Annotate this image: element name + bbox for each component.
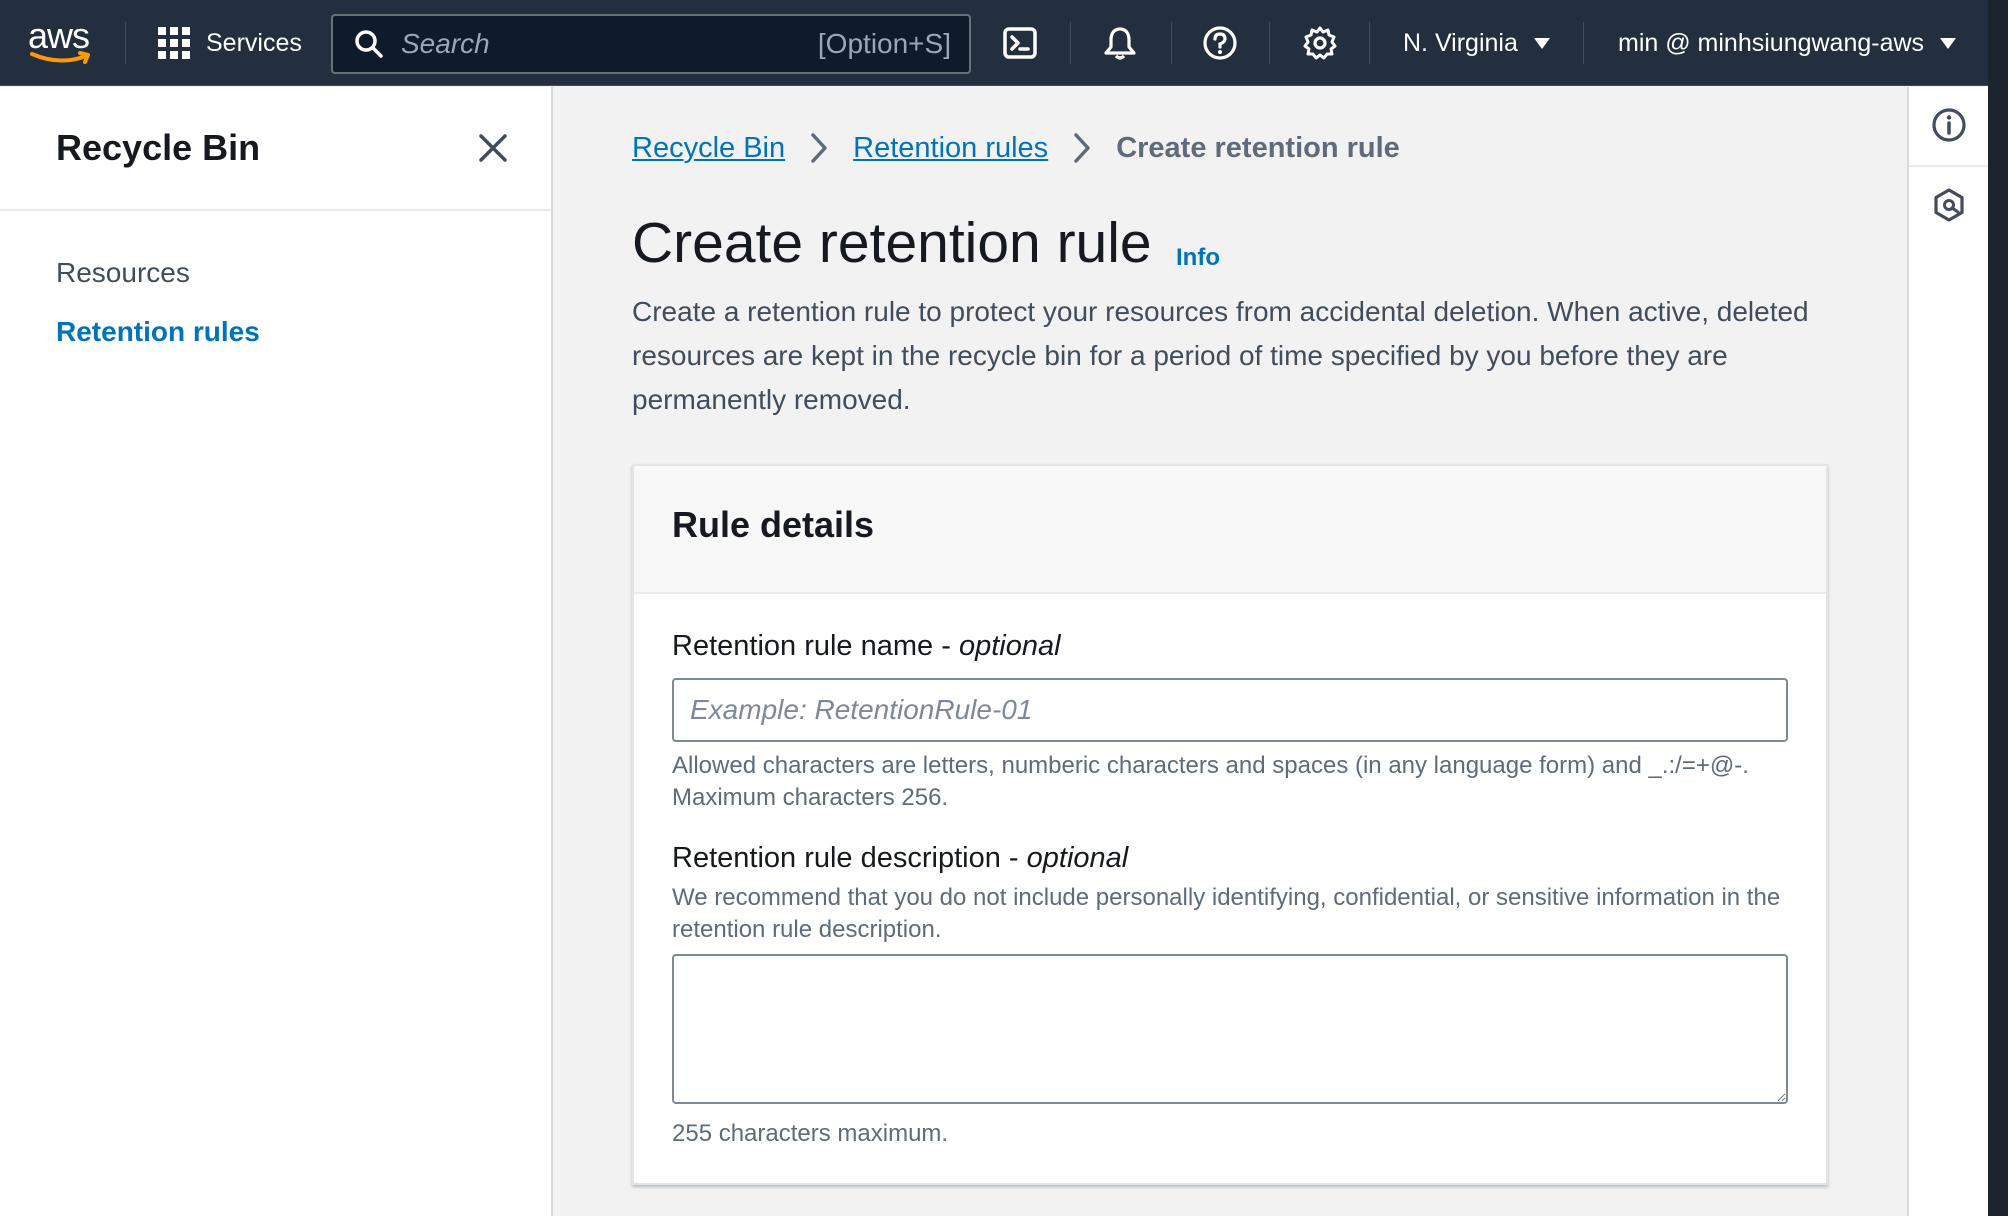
nav-divider	[125, 22, 126, 64]
services-menu-button[interactable]: Services	[158, 22, 302, 64]
chevron-right-icon	[799, 131, 839, 165]
notifications-button[interactable]	[1100, 23, 1140, 63]
breadcrumb-retention-rules[interactable]: Retention rules	[853, 132, 1048, 165]
sidebar-header: Recycle Bin	[0, 87, 551, 211]
breadcrumb-recycle-bin[interactable]: Recycle Bin	[632, 132, 785, 165]
optional-tag: optional	[958, 630, 1061, 662]
top-navigation: aws Services [Option+S]	[0, 0, 1988, 86]
aws-smile-icon	[30, 51, 90, 64]
panel-header: Rule details	[634, 466, 1826, 594]
page-description: Create a retention rule to protect your …	[632, 296, 1809, 415]
services-label: Services	[206, 28, 302, 57]
rule-details-panel: Rule details Retention rule name - optio…	[632, 464, 1828, 1185]
rule-description-label-text: Retention rule description -	[672, 842, 1027, 874]
notifications-icon	[1104, 27, 1136, 60]
search-input[interactable]	[401, 28, 781, 60]
chevron-right-icon	[1062, 131, 1102, 165]
nav-divider	[1369, 22, 1370, 64]
nav-divider	[1171, 22, 1172, 64]
rule-description-hint: We recommend that you do not include per…	[672, 884, 1781, 943]
account-menu[interactable]: min @ minhsiungwang-aws	[1618, 22, 1957, 64]
sidebar-title[interactable]: Recycle Bin	[56, 127, 260, 169]
nav-divider	[1070, 22, 1071, 64]
rule-description-label: Retention rule description - optional	[672, 842, 1128, 875]
page-title: Create retention rule	[632, 211, 1152, 275]
close-icon[interactable]	[476, 131, 510, 165]
cloudshell-button[interactable]	[1000, 23, 1040, 63]
rule-name-label: Retention rule name - optional	[672, 630, 1061, 663]
caret-down-icon	[1533, 37, 1550, 49]
nav-divider	[1583, 22, 1584, 64]
help-button[interactable]	[1200, 23, 1240, 63]
nav-divider	[1269, 22, 1270, 64]
optional-tag: optional	[1026, 842, 1129, 874]
rule-description-constraint: 255 characters maximum.	[672, 1120, 949, 1147]
window-edge	[1988, 0, 2008, 1216]
settings-button[interactable]	[1300, 23, 1340, 63]
rule-description-textarea[interactable]	[672, 954, 1788, 1104]
search-shortcut-hint: [Option+S]	[817, 28, 951, 59]
rule-name-hint: Allowed characters are letters, numberic…	[672, 752, 1749, 811]
search-icon	[355, 30, 383, 58]
side-navigation: Recycle Bin Resources Retention rules	[0, 87, 553, 1216]
breadcrumb-current: Create retention rule	[1116, 131, 1400, 164]
help-icon	[1203, 26, 1237, 60]
services-grid-icon	[158, 27, 190, 59]
caret-down-icon	[1940, 37, 1957, 49]
aws-logo[interactable]: aws	[28, 15, 96, 66]
tools-divider	[1909, 165, 1988, 167]
security-hub-icon[interactable]	[1931, 187, 1967, 223]
sidebar-item-retention-rules[interactable]: Retention rules	[56, 316, 260, 348]
cloudshell-icon	[1003, 27, 1037, 59]
region-selector[interactable]: N. Virginia	[1403, 22, 1550, 64]
tools-panel	[1907, 87, 1988, 1216]
sidebar-item-resources[interactable]: Resources	[56, 257, 190, 289]
account-label: min @ minhsiungwang-aws	[1618, 28, 1925, 57]
aws-logo-text: aws	[28, 15, 90, 56]
rule-name-input[interactable]	[672, 678, 1788, 742]
rule-name-label-text: Retention rule name -	[672, 630, 959, 662]
info-link[interactable]: Info	[1176, 244, 1220, 272]
panel-title: Rule details	[672, 504, 875, 545]
info-panel-icon[interactable]	[1931, 107, 1967, 143]
breadcrumb: Recycle Bin Retention rules Create reten…	[632, 128, 1400, 168]
region-label: N. Virginia	[1403, 28, 1518, 57]
settings-icon	[1303, 26, 1337, 60]
search-bar[interactable]: [Option+S]	[331, 14, 971, 74]
